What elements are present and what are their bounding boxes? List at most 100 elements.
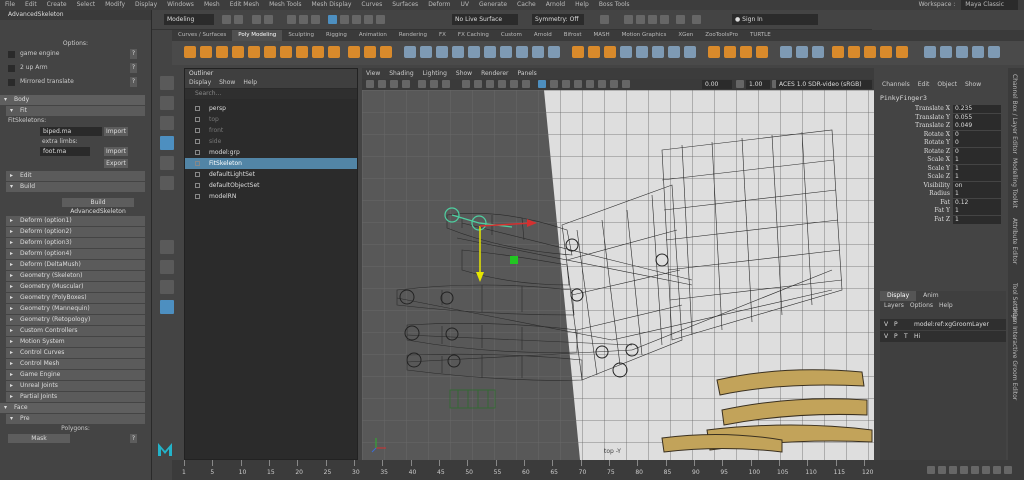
poly-plane-icon[interactable] (264, 46, 276, 58)
build-advanced-skeleton-button[interactable]: Build AdvancedSkeleton (62, 198, 134, 215)
redo-icon[interactable] (264, 15, 273, 24)
side-tab[interactable]: Channel Box / Layer Editor (1011, 74, 1018, 154)
attribute-value[interactable]: 0 (953, 147, 1001, 156)
go-to-end-icon[interactable] (1004, 466, 1012, 474)
attribute-name[interactable]: Scale Y (928, 165, 950, 174)
spherical-map-icon[interactable] (756, 46, 768, 58)
deform-section[interactable]: Control Curves (6, 348, 145, 358)
expand-icon[interactable] (195, 139, 200, 144)
shelf-tab[interactable]: FX Caching (452, 30, 495, 41)
channel-box-menu-item[interactable]: Show (965, 81, 981, 88)
pyramid-icon[interactable] (312, 46, 324, 58)
outliner-item[interactable]: front (185, 125, 357, 136)
append-icon[interactable] (620, 46, 632, 58)
snap-curve-icon[interactable] (340, 15, 349, 24)
freeze-transform-icon[interactable] (988, 46, 1000, 58)
deform-section[interactable]: Custom Controllers (6, 326, 145, 336)
motion-blur-icon[interactable] (586, 80, 594, 88)
wire-on-shaded-icon[interactable] (486, 80, 494, 88)
sign-in-button[interactable]: ● Sign In (732, 14, 818, 25)
menu-item[interactable]: UV (456, 0, 475, 10)
outliner-layout-icon[interactable] (160, 300, 174, 314)
option-checkbox[interactable] (8, 51, 15, 58)
fill-hole-icon[interactable] (500, 46, 512, 58)
outliner-menu-item[interactable]: Show (219, 79, 235, 86)
outliner-menu-item[interactable]: Help (243, 79, 257, 86)
shelf-tab[interactable]: Poly Modeling (232, 30, 283, 41)
xgen-icon[interactable] (692, 15, 701, 24)
layer-playback-toggle[interactable]: P (894, 319, 904, 330)
section-body[interactable]: Body (0, 95, 145, 105)
smooth-icon[interactable] (436, 46, 448, 58)
target-weld-icon[interactable] (652, 46, 664, 58)
poly-disc-icon[interactable] (280, 46, 292, 58)
layout-icon[interactable] (812, 46, 824, 58)
export-button[interactable]: Export (104, 159, 128, 168)
section-pre[interactable]: Pre (6, 414, 145, 424)
layer-display-type[interactable]: T (904, 331, 914, 342)
folder-icon[interactable] (222, 15, 231, 24)
cut-sew-icon[interactable] (780, 46, 792, 58)
render-settings-icon[interactable] (648, 15, 657, 24)
shelf-tab[interactable]: Rigging (320, 30, 353, 41)
layer-row[interactable]: V Pmodel:ref:xgGroomLayer (880, 319, 1006, 330)
attribute-value[interactable]: 0.055 (953, 113, 1001, 122)
poly-cone-icon[interactable] (232, 46, 244, 58)
symmetry-dropdown[interactable]: Symmetry: Off (532, 14, 584, 25)
section-fit[interactable]: Fit (6, 106, 145, 116)
section-face[interactable]: Face (0, 403, 145, 413)
deform-section[interactable]: Geometry (Mannequin) (6, 304, 145, 314)
import-fit-button[interactable]: Import (104, 127, 128, 136)
time-slider[interactable]: 1 5 10 15 20 25 30 35 40 45 50 55 60 65 70 75 80 85 90 95 10… (172, 460, 1024, 480)
shelf-tab[interactable]: MASH (587, 30, 615, 41)
foot-select[interactable]: foot.ma (40, 147, 90, 156)
expand-icon[interactable] (195, 161, 200, 166)
outliner-item[interactable]: model:grp (185, 147, 357, 158)
layer-row[interactable]: V P T Hi (880, 331, 1006, 342)
side-tab[interactable]: Modelling Toolkit (1011, 158, 1018, 208)
section-edit[interactable]: Edit (6, 171, 145, 181)
camera-icon[interactable] (366, 80, 374, 88)
menu-item[interactable]: Windows (162, 0, 199, 10)
retopo-icon[interactable] (548, 46, 560, 58)
deform-section[interactable]: Deform (option2) (6, 227, 145, 237)
attribute-name[interactable]: Visibility (923, 182, 950, 191)
viewport-canvas[interactable]: top -Y (362, 90, 874, 460)
single-view-icon[interactable] (160, 240, 174, 254)
expand-icon[interactable] (195, 172, 200, 177)
connect-icon[interactable] (668, 46, 680, 58)
unfold-icon[interactable] (796, 46, 808, 58)
mode-selector[interactable]: Modeling (164, 14, 214, 25)
shelf-tab[interactable]: Rendering (393, 30, 433, 41)
attribute-name[interactable]: Translate Z (915, 122, 950, 131)
expand-icon[interactable] (195, 150, 200, 155)
biped-select[interactable]: biped.ma (40, 127, 102, 136)
snap-view-icon[interactable] (364, 15, 373, 24)
shelf-tab[interactable]: TURTLE (744, 30, 777, 41)
deform-section[interactable]: Deform (DeltaMush) (6, 260, 145, 270)
reduce-icon[interactable] (516, 46, 528, 58)
viewport-panel[interactable]: View Shading Lighting Show Renderer Panels 0.… (362, 68, 874, 460)
isolate-icon[interactable] (562, 80, 570, 88)
rotate-tool-icon[interactable] (160, 156, 174, 170)
shadows-icon[interactable] (522, 80, 530, 88)
boolean-icon[interactable] (452, 46, 464, 58)
attribute-name[interactable]: Fat Z (934, 216, 950, 225)
workspace-selector[interactable]: Workspace : Maya Classic (919, 0, 1024, 10)
menu-item[interactable]: Help (570, 0, 594, 10)
lasso-tool-icon[interactable] (160, 96, 174, 110)
history-delete-icon[interactable] (956, 46, 968, 58)
poly-torus-icon[interactable] (248, 46, 260, 58)
option-help-button[interactable]: ? (130, 63, 137, 73)
attribute-name[interactable]: Scale Z (927, 173, 950, 182)
film-gate-icon[interactable] (430, 80, 438, 88)
menu-item[interactable]: Curves (356, 0, 387, 10)
viewport-menu-item[interactable]: Shading (389, 70, 413, 77)
attribute-name[interactable]: Rotate Z (924, 148, 950, 157)
menu-item[interactable]: Create (42, 0, 72, 10)
outliner-menu-item[interactable]: Display (189, 79, 211, 86)
hypershade-icon[interactable] (660, 15, 669, 24)
resolution-gate-icon[interactable] (442, 80, 450, 88)
viewport-menu-item[interactable]: View (366, 70, 380, 77)
attribute-value[interactable]: 0.235 (953, 105, 1001, 113)
